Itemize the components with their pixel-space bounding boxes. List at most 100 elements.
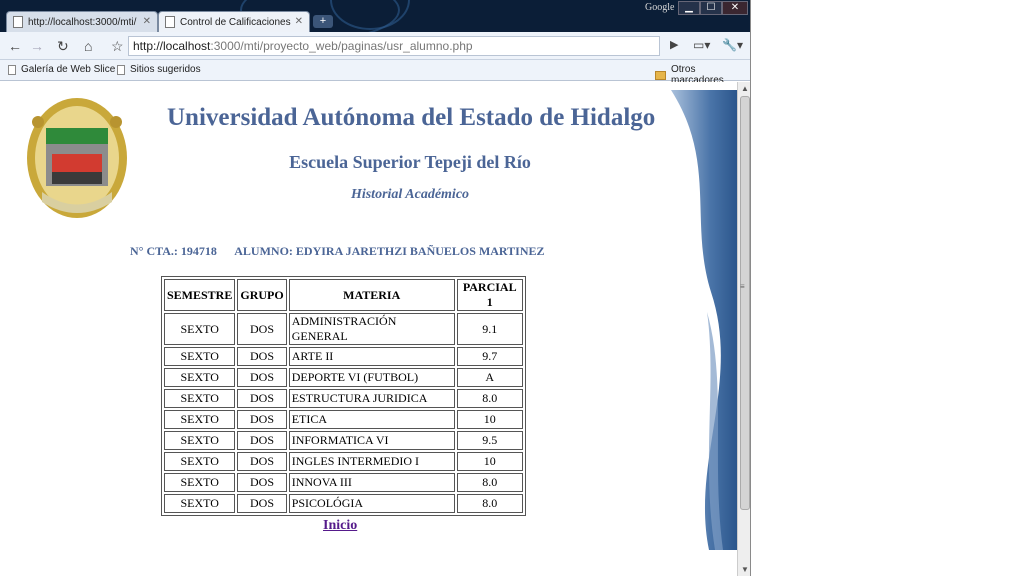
toolbar: ← → ↻ ⌂ ☆ http://localhost:3000/mti/proy… <box>0 32 750 60</box>
table-cell: SEXTO <box>164 389 236 408</box>
table-cell: SEXTO <box>164 347 236 366</box>
column-header: GRUPO <box>237 279 287 311</box>
close-icon[interactable]: ✕ <box>143 16 151 27</box>
page-icon <box>117 64 125 75</box>
table-row: SEXTO DOS ETICA 10 <box>164 410 523 429</box>
table-row: SEXTO DOS ADMINISTRACIÓN GENERAL 9.1 <box>164 313 523 345</box>
table-cell: A <box>456 368 523 387</box>
table-cell: DOS <box>237 389 287 408</box>
new-tab-button[interactable]: + <box>313 15 333 28</box>
table-cell: 9.7 <box>456 347 523 366</box>
university-title: Universidad Autónoma del Estado de Hidal… <box>167 104 656 131</box>
url-path: :3000/mti/proyecto_web/paginas/usr_alumn… <box>210 39 473 53</box>
bookmarks-bar: Galería de Web Slice Sitios sugeridos Ot… <box>0 60 750 86</box>
table-cell: ETICA <box>288 410 455 429</box>
section-title: Historial Académico <box>350 187 470 202</box>
folder-icon <box>655 70 666 80</box>
table-cell: DOS <box>237 431 287 450</box>
home-link[interactable]: Inicio <box>323 518 357 534</box>
table-row: SEXTO DOS INNOVA III 8.0 <box>164 473 523 492</box>
bookmark-label: Galería de Web Slice <box>21 64 116 75</box>
bookmark-label: Sitios sugeridos <box>130 64 201 75</box>
table-cell: INGLES INTERMEDIO I <box>288 452 455 471</box>
decorative-wave <box>671 90 737 550</box>
page-icon <box>8 64 16 75</box>
table-cell: SEXTO <box>164 431 236 450</box>
forward-arrow-icon[interactable]: → <box>30 38 44 54</box>
table-cell: 8.0 <box>456 494 523 513</box>
table-cell: SEXTO <box>164 368 236 387</box>
star-icon[interactable]: ☆ <box>111 38 124 55</box>
column-header: SEMESTRE <box>164 279 236 311</box>
home-icon[interactable]: ⌂ <box>84 38 92 54</box>
page-icon <box>165 16 175 28</box>
go-icon[interactable]: ▶ <box>670 38 678 51</box>
table-row: SEXTO DOS ARTE II 9.7 <box>164 347 523 366</box>
school-title: Escuela Superior Tepeji del Río <box>289 152 531 172</box>
table-body: SEXTO DOS ADMINISTRACIÓN GENERAL 9.1 SEXTO DO… <box>164 313 523 513</box>
page-content: Universidad Autónoma del Estado de Hidal… <box>0 82 737 576</box>
table-cell: 10 <box>456 452 523 471</box>
grip-icon: ≡ <box>740 282 745 291</box>
table-row: SEXTO DOS PSICOLÓGIA 8.0 <box>164 494 523 513</box>
table-row: SEXTO DOS ESTRUCTURA JURIDICA 8.0 <box>164 389 523 408</box>
table-cell: SEXTO <box>164 452 236 471</box>
address-bar[interactable]: http://localhost:3000/mti/proyecto_web/p… <box>128 36 660 56</box>
table-cell: INFORMATICA VI <box>288 431 455 450</box>
table-cell: ARTE II <box>288 347 455 366</box>
grades-table: SEMESTRE GRUPO MATERIA PARCIAL 1 SEXTO DO… <box>161 276 526 516</box>
table-cell: SEXTO <box>164 494 236 513</box>
bookmark-sitios-sugeridos[interactable]: Sitios sugeridos <box>117 64 201 75</box>
student-info: N° CTA.: 194718 ALUMNO: EDYIRA JARETHZI … <box>130 244 545 258</box>
browser-window: http://localhost:3000/mti/ ✕ Control de … <box>0 0 751 576</box>
page-icon <box>13 16 23 28</box>
back-arrow-icon[interactable]: ← <box>8 38 22 54</box>
column-header: PARCIAL 1 <box>456 279 523 311</box>
table-cell: DOS <box>237 347 287 366</box>
table-cell: DOS <box>237 494 287 513</box>
table-cell: 9.1 <box>456 313 523 345</box>
table-row: SEXTO DOS INFORMATICA VI 9.5 <box>164 431 523 450</box>
table-cell: PSICOLÓGIA <box>288 494 455 513</box>
tab-label: Control de Calificaciones <box>180 16 291 28</box>
reload-icon[interactable]: ↻ <box>57 38 69 55</box>
wrench-icon[interactable]: 🔧▾ <box>722 38 743 52</box>
table-cell: 9.5 <box>456 431 523 450</box>
table-cell: INNOVA III <box>288 473 455 492</box>
page-menu-icon[interactable]: ▭▾ <box>693 38 710 52</box>
table-cell: ADMINISTRACIÓN GENERAL <box>288 313 455 345</box>
table-cell: SEXTO <box>164 473 236 492</box>
maximize-button[interactable]: ☐ <box>700 1 722 15</box>
vertical-scrollbar[interactable]: ▲ ≡ ▼ <box>737 82 750 576</box>
bookmark-web-slice[interactable]: Galería de Web Slice <box>8 64 115 75</box>
table-cell: ESTRUCTURA JURIDICA <box>288 389 455 408</box>
scroll-up-icon[interactable]: ▲ <box>741 84 749 93</box>
table-cell: DOS <box>237 313 287 345</box>
table-cell: DOS <box>237 410 287 429</box>
table-cell: DEPORTE VI (FUTBOL) <box>288 368 455 387</box>
minimize-button[interactable]: ▁ <box>678 1 700 15</box>
column-header: MATERIA <box>288 279 455 311</box>
table-cell: 8.0 <box>456 389 523 408</box>
close-icon[interactable]: ✕ <box>295 16 303 27</box>
scroll-thumb[interactable] <box>740 96 750 510</box>
close-window-button[interactable]: ✕ <box>722 1 748 15</box>
table-cell: 8.0 <box>456 473 523 492</box>
url-host: http://localhost <box>133 39 211 53</box>
table-cell: DOS <box>237 452 287 471</box>
table-row: SEXTO DOS DEPORTE VI (FUTBOL) A <box>164 368 523 387</box>
brand-label: Google <box>645 2 675 13</box>
table-cell: SEXTO <box>164 410 236 429</box>
university-seal <box>27 98 127 218</box>
tab-label: http://localhost:3000/mti/ <box>28 16 137 28</box>
table-cell: 10 <box>456 410 523 429</box>
table-row: SEXTO DOS INGLES INTERMEDIO I 10 <box>164 452 523 471</box>
table-cell: DOS <box>237 473 287 492</box>
table-cell: DOS <box>237 368 287 387</box>
tab-control-calificaciones[interactable]: Control de Calificaciones ✕ <box>158 11 310 32</box>
table-cell: SEXTO <box>164 313 236 345</box>
table-header-row: SEMESTRE GRUPO MATERIA PARCIAL 1 <box>164 279 523 311</box>
scroll-down-icon[interactable]: ▼ <box>741 565 749 574</box>
title-bar: http://localhost:3000/mti/ ✕ Control de … <box>0 0 750 32</box>
tab-localhost[interactable]: http://localhost:3000/mti/ ✕ <box>6 11 158 32</box>
